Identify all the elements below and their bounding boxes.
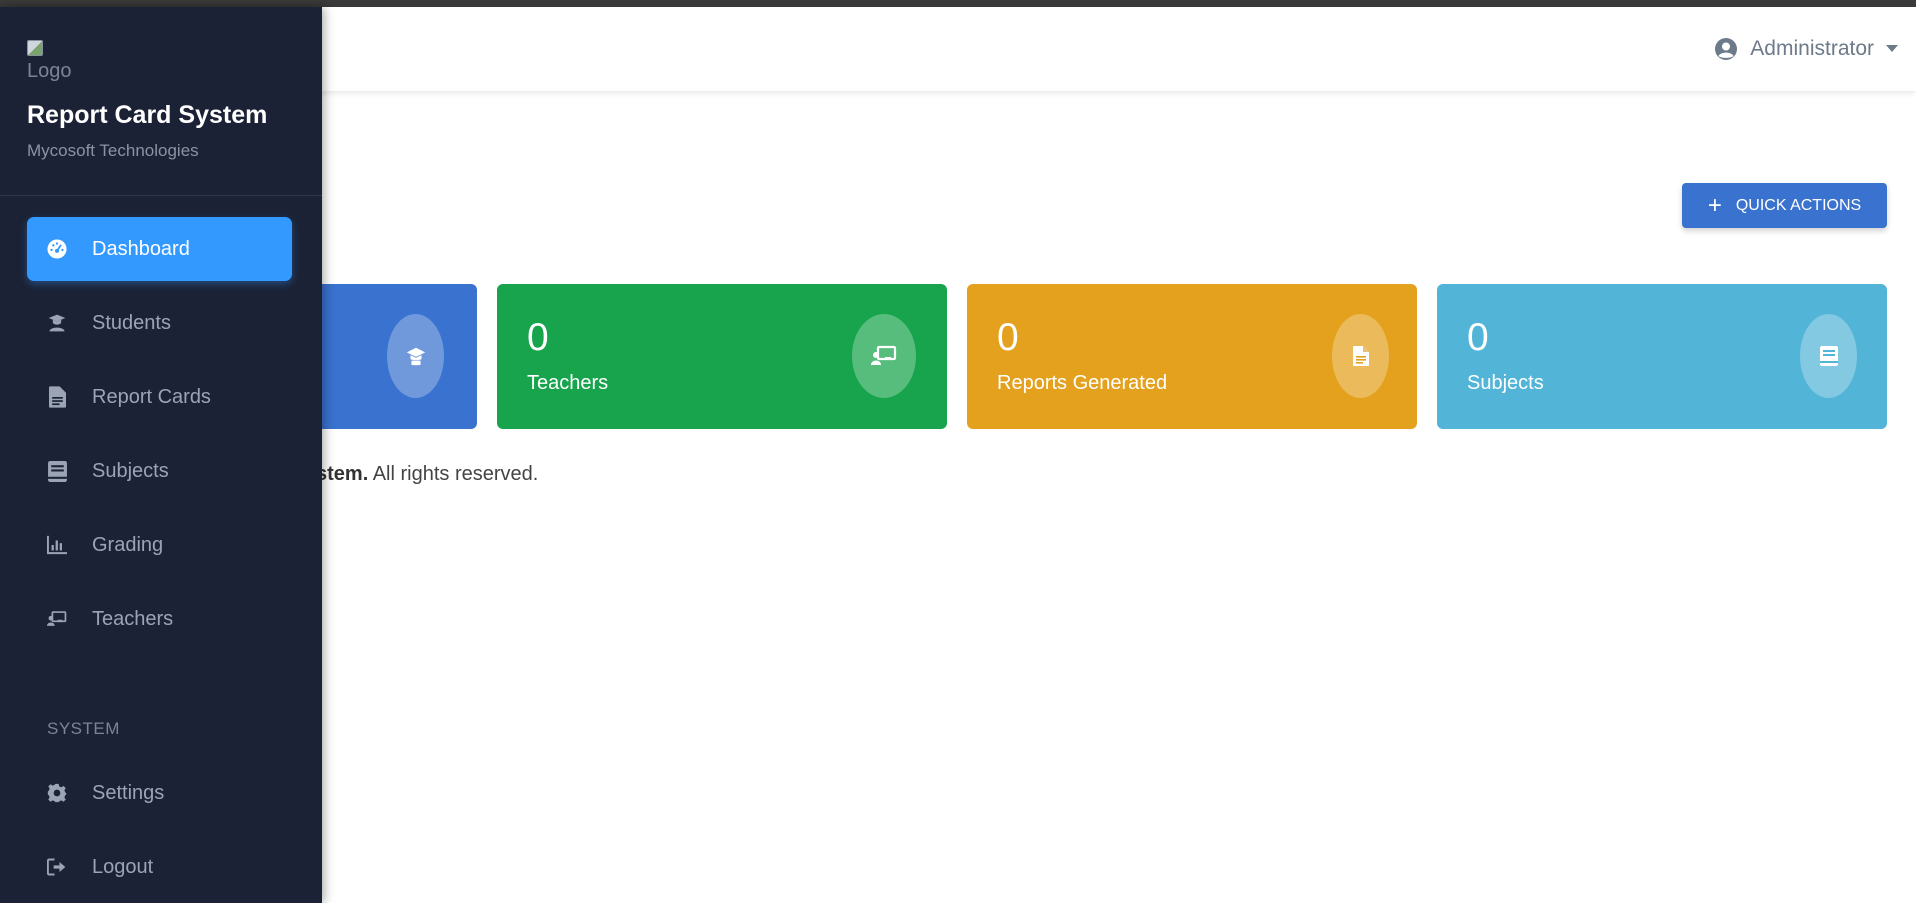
sidebar-divider <box>0 195 322 196</box>
sidebar-item-label: Subjects <box>92 459 169 482</box>
sidebar-item-students[interactable]: Students <box>27 291 292 355</box>
sidebar-item-label: Dashboard <box>92 237 190 260</box>
sidebar-item-label: Settings <box>92 781 165 804</box>
caret-down-icon <box>1886 45 1898 53</box>
teacher-icon <box>47 608 67 630</box>
graduation-cap-icon <box>387 314 444 398</box>
user-circle-icon <box>1714 37 1738 61</box>
book-icon <box>47 460 67 482</box>
stat-value: 0 <box>527 316 549 359</box>
browser-top-strip <box>0 0 1916 7</box>
dashboard-icon <box>47 238 67 260</box>
sidebar-item-label: Students <box>92 311 171 334</box>
student-icon <box>47 312 67 334</box>
sidebar-item-dashboard[interactable]: Dashboard <box>27 217 292 281</box>
sidebar-item-logout[interactable]: Logout <box>27 835 292 899</box>
sidebar-item-label: Teachers <box>92 607 174 630</box>
stat-card-teachers[interactable]: 0 Teachers <box>497 284 947 429</box>
broken-image-icon <box>27 40 43 56</box>
sidebar-item-label: Logout <box>92 855 154 878</box>
stat-label: Subjects <box>1467 372 1544 394</box>
quick-actions-button[interactable]: + QUICK ACTIONS <box>1682 183 1887 228</box>
section-label-system: SYSTEM <box>47 719 120 738</box>
plus-icon: + <box>1707 191 1722 219</box>
sidebar: Logo Report Card System Mycosoft Technol… <box>0 7 322 903</box>
chart-icon <box>47 535 67 555</box>
sidebar-item-label: Report Cards <box>92 385 211 408</box>
stat-value: 0 <box>1467 316 1489 359</box>
footer-bold: stem. <box>316 463 369 485</box>
footer-copyright: stem. All rights reserved. <box>316 463 538 486</box>
sidebar-item-subjects[interactable]: Subjects <box>27 439 292 503</box>
user-menu[interactable]: Administrator <box>1714 37 1898 61</box>
stat-label: Reports Generated <box>997 372 1168 394</box>
stat-card-subjects[interactable]: 0 Subjects <box>1437 284 1887 429</box>
logo-alt-text: Logo <box>27 60 72 82</box>
chalkboard-teacher-icon <box>852 314 916 398</box>
sidebar-item-report-cards[interactable]: Report Cards <box>27 365 292 429</box>
app-subtitle: Mycosoft Technologies <box>27 141 199 160</box>
footer-rest: All rights reserved. <box>368 463 539 485</box>
file-alt-icon <box>1332 314 1389 398</box>
gear-icon <box>47 782 67 804</box>
sidebar-item-grading[interactable]: Grading <box>27 513 292 577</box>
logout-icon <box>47 856 67 878</box>
stat-value: 0 <box>997 316 1019 359</box>
logo-image: Logo <box>27 38 72 82</box>
book-icon <box>1800 314 1857 398</box>
sidebar-item-settings[interactable]: Settings <box>27 761 292 825</box>
quick-actions-label: QUICK ACTIONS <box>1735 196 1862 214</box>
stat-label: Teachers <box>527 372 609 394</box>
sidebar-item-teachers[interactable]: Teachers <box>27 587 292 651</box>
app-title: Report Card System <box>27 101 268 129</box>
sidebar-item-label: Grading <box>92 533 164 556</box>
user-name: Administrator <box>1750 37 1874 60</box>
file-icon <box>47 386 67 408</box>
stat-card-reports[interactable]: 0 Reports Generated <box>967 284 1417 429</box>
